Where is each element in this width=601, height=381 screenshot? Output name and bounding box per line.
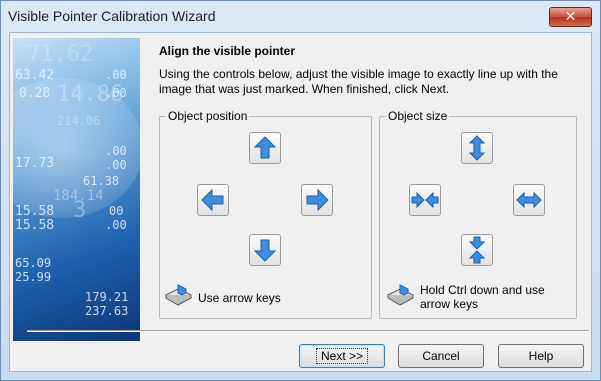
stock-ticker-banner-image: 71.62 63.42 .00 0.28 14.86 .00 214.06 .0…: [13, 38, 140, 341]
move-down-button[interactable]: [249, 234, 281, 266]
arrow-right-icon: [306, 188, 329, 212]
close-button[interactable]: ✕: [549, 7, 592, 27]
banner-number: 25.99: [15, 270, 52, 284]
next-button[interactable]: Next >>: [299, 344, 385, 368]
stretch-horizontal-button[interactable]: [513, 184, 545, 216]
title-bar: Visible Pointer Calibration Wizard ✕: [1, 1, 600, 31]
cancel-button-label: Cancel: [422, 349, 460, 363]
shrink-vertical-icon: [468, 236, 486, 264]
banner-number: 179.21: [85, 290, 129, 304]
position-hint-text: Use arrow keys: [198, 291, 281, 305]
button-separator: [27, 330, 589, 332]
shrink-horizontal-icon: [411, 191, 439, 209]
arrow-left-icon: [201, 188, 224, 212]
banner-number: 00: [109, 204, 124, 218]
object-size-label: Object size: [386, 109, 450, 123]
banner-number: 237.63: [85, 304, 129, 318]
size-hint-text: Hold Ctrl down and use arrow keys: [420, 283, 545, 311]
banner-number: 63.42: [15, 68, 55, 83]
help-button[interactable]: Help: [498, 344, 584, 368]
cancel-button[interactable]: Cancel: [398, 344, 484, 368]
page-heading: Align the visible pointer: [159, 44, 296, 58]
shrink-vertical-button[interactable]: [461, 234, 493, 266]
keyboard-mouse-icon: [386, 284, 415, 306]
close-icon: ✕: [564, 9, 577, 25]
banner-number: 0.28: [19, 86, 51, 101]
shrink-horizontal-button[interactable]: [409, 184, 441, 216]
stretch-horizontal-icon: [516, 191, 542, 209]
banner-number: 61.38: [83, 174, 120, 188]
banner-number: 3: [73, 198, 87, 223]
wizard-window: Visible Pointer Calibration Wizard ✕ 71.…: [0, 0, 601, 381]
banner-number: .00: [105, 158, 127, 172]
move-right-button[interactable]: [301, 184, 333, 216]
page-description: Using the controls below, adjust the vis…: [159, 67, 558, 96]
banner-number: 15.58: [15, 218, 55, 233]
stretch-vertical-icon: [468, 135, 486, 161]
keyboard-mouse-icon: [164, 284, 193, 306]
banner-number: .00: [105, 68, 127, 82]
object-position-label: Object position: [166, 109, 250, 123]
move-up-button[interactable]: [249, 132, 281, 164]
help-button-label: Help: [528, 349, 554, 363]
arrow-down-icon: [253, 239, 277, 262]
banner-number: .00: [105, 144, 127, 158]
banner-number: 214.06: [57, 114, 101, 128]
arrow-up-icon: [253, 136, 277, 159]
wizard-client-area: 71.62 63.42 .00 0.28 14.86 .00 214.06 .0…: [9, 32, 592, 372]
move-left-button[interactable]: [197, 184, 229, 216]
banner-number: 65.09: [15, 256, 52, 270]
next-button-label: Next >>: [315, 348, 369, 364]
window-title: Visible Pointer Calibration Wizard: [8, 8, 216, 24]
banner-number: .00: [105, 218, 127, 232]
banner-number: 71.62: [27, 42, 94, 67]
object-size-group: Object size Hold Ctrl down and use arrow…: [379, 109, 577, 319]
banner-number: 15.58: [15, 204, 55, 219]
banner-number: 17.73: [15, 156, 55, 171]
banner-number: .00: [105, 86, 127, 100]
object-position-group: Object position Use arrow keys: [159, 109, 372, 319]
stretch-vertical-button[interactable]: [461, 132, 493, 164]
